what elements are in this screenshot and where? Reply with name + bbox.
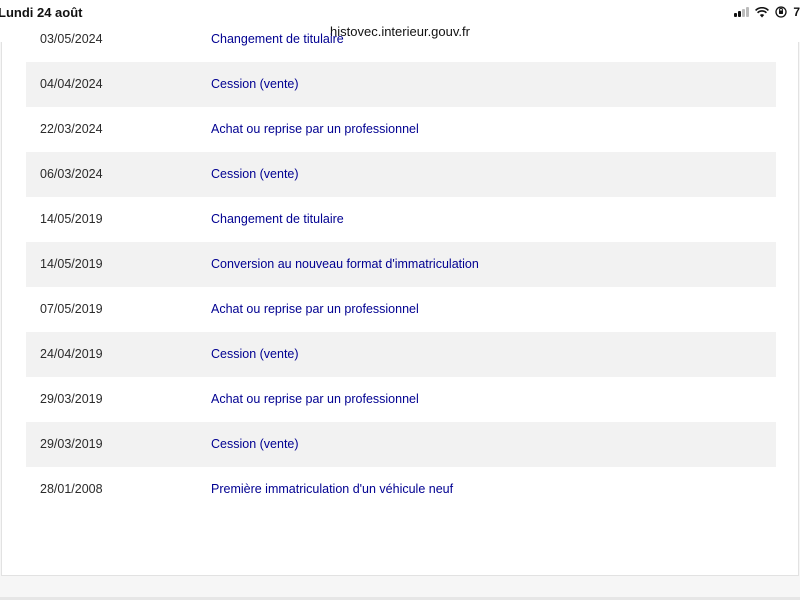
- event-date: 28/01/2008: [40, 482, 103, 496]
- status-bar: Lundi 24 août 7: [0, 0, 800, 24]
- event-label: Achat ou reprise par un professionnel: [211, 392, 419, 406]
- table-row: 04/04/2024 Cession (vente): [26, 62, 776, 107]
- event-label: Conversion au nouveau format d'immatricu…: [211, 257, 479, 271]
- table-row: 29/03/2019 Cession (vente): [26, 422, 776, 467]
- table-row: 03/05/2024 Changement de titulaire: [26, 31, 776, 51]
- battery-level: 7: [793, 5, 800, 19]
- history-card: 03/05/2024 Changement de titulaire 04/04…: [1, 32, 799, 576]
- event-date: 14/05/2019: [40, 257, 103, 271]
- history-table: 04/04/2024 Cession (vente) 22/03/2024 Ac…: [26, 62, 776, 512]
- page-content: 03/05/2024 Changement de titulaire 04/04…: [0, 32, 800, 600]
- event-date: 29/03/2019: [40, 392, 103, 406]
- event-date: 06/03/2024: [40, 167, 103, 181]
- status-icons: 7: [734, 5, 800, 19]
- event-label: Cession (vente): [211, 167, 299, 181]
- table-row: 14/05/2019 Conversion au nouveau format …: [26, 242, 776, 287]
- event-date: 03/05/2024: [40, 32, 103, 46]
- event-label: Cession (vente): [211, 347, 299, 361]
- event-label: Achat ou reprise par un professionnel: [211, 302, 419, 316]
- event-label: Changement de titulaire: [211, 212, 344, 226]
- event-label: Achat ou reprise par un professionnel: [211, 122, 419, 136]
- event-date: 29/03/2019: [40, 437, 103, 451]
- table-row: 14/05/2019 Changement de titulaire: [26, 197, 776, 242]
- event-date: 14/05/2019: [40, 212, 103, 226]
- table-row: 24/04/2019 Cession (vente): [26, 332, 776, 377]
- event-date: 04/04/2024: [40, 77, 103, 91]
- event-label: Changement de titulaire: [211, 32, 344, 46]
- event-label: Cession (vente): [211, 77, 299, 91]
- event-label: Cession (vente): [211, 437, 299, 451]
- table-row: 29/03/2019 Achat ou reprise par un profe…: [26, 377, 776, 422]
- status-time: Lundi 24 août: [0, 5, 83, 20]
- event-label: Première immatriculation d'un véhicule n…: [211, 482, 454, 496]
- signal-icon: [734, 7, 750, 17]
- table-row: 28/01/2008 Première immatriculation d'un…: [26, 467, 776, 512]
- table-row: 22/03/2024 Achat ou reprise par un profe…: [26, 107, 776, 152]
- table-row: 07/05/2019 Achat ou reprise par un profe…: [26, 287, 776, 332]
- wifi-icon: [755, 6, 770, 18]
- event-date: 24/04/2019: [40, 347, 103, 361]
- orientation-lock-icon: [775, 6, 787, 18]
- event-date: 07/05/2019: [40, 302, 103, 316]
- table-row: 06/03/2024 Cession (vente): [26, 152, 776, 197]
- event-date: 22/03/2024: [40, 122, 103, 136]
